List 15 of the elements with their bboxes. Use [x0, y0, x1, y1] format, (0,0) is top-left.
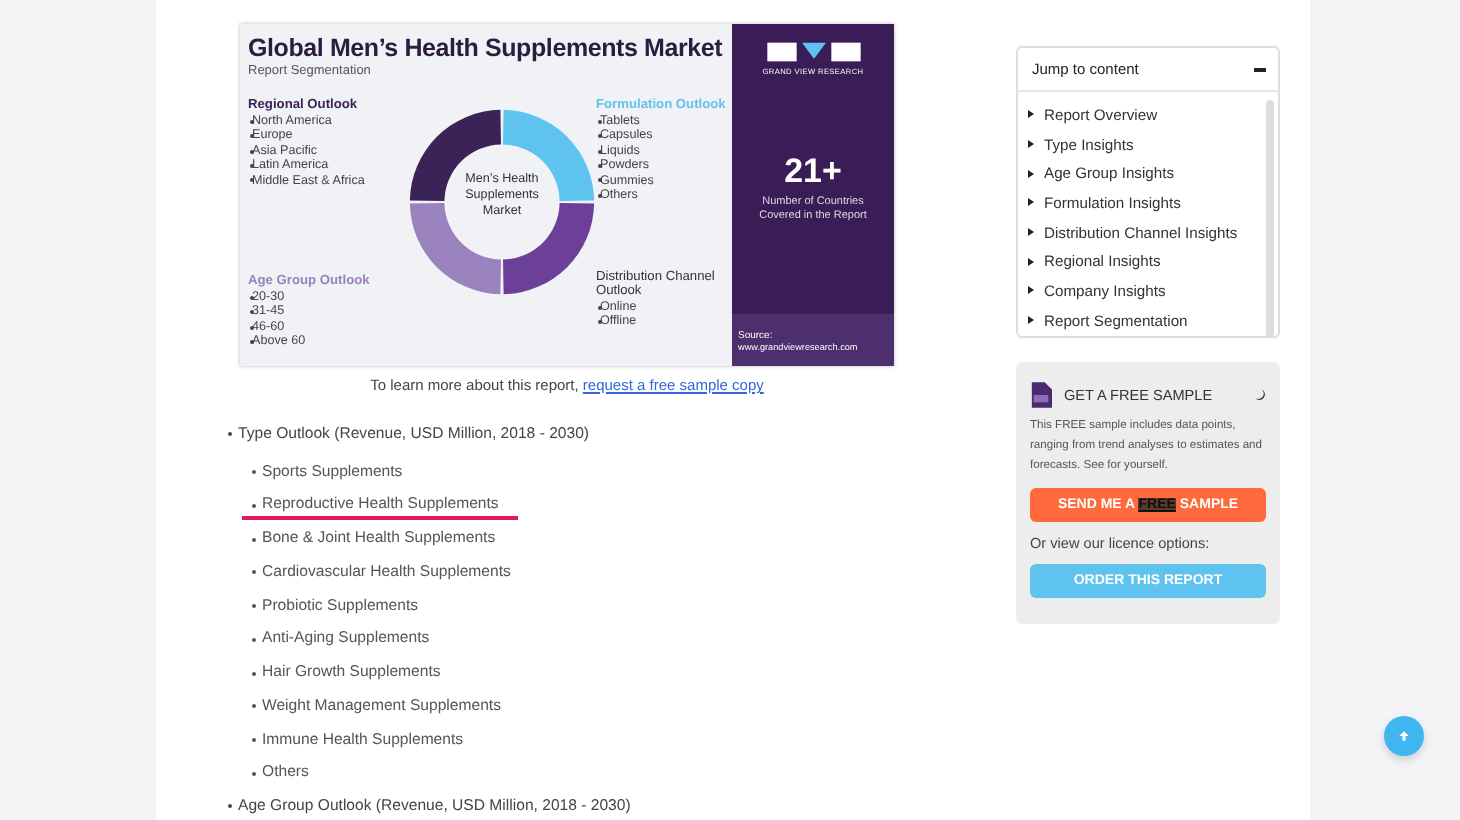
infographic-title: Global Men’s Health Supplements Market	[248, 34, 725, 62]
document-icon	[1030, 381, 1052, 407]
triangle-icon	[1028, 228, 1034, 237]
triangle-icon	[1028, 169, 1034, 178]
stat-value: 21+	[784, 152, 842, 192]
crescent-icon	[1252, 387, 1266, 401]
triangle-icon	[1028, 140, 1034, 149]
triangle-icon	[1028, 316, 1034, 325]
scroll-top-button[interactable]	[1384, 716, 1424, 756]
scrollbar[interactable]	[1266, 100, 1274, 338]
arrow-up-icon	[1396, 728, 1412, 744]
triangle-icon	[1028, 110, 1034, 119]
triangle-icon	[1028, 198, 1034, 207]
triangle-icon	[1028, 286, 1034, 295]
triangle-icon	[1028, 257, 1034, 266]
